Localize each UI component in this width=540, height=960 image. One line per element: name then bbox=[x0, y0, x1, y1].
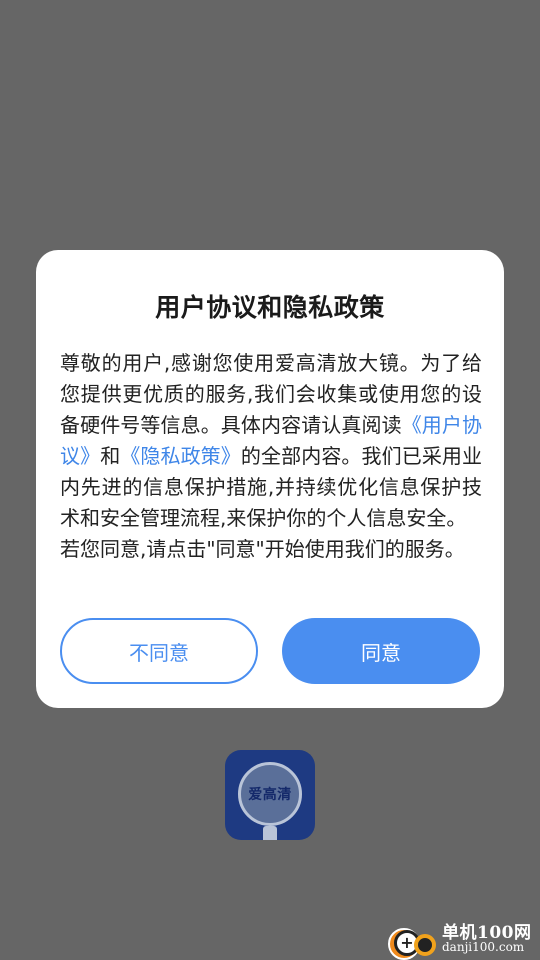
watermark-ring-icon bbox=[414, 934, 436, 956]
watermark: + 单机100网 danji100.com bbox=[388, 914, 538, 960]
screen: 用户协议和隐私政策 尊敬的用户,感谢您使用爱高清放大镜。为了给您提供更优质的服务… bbox=[0, 0, 540, 960]
body-text-consent: 若您同意,请点击"同意"开始使用我们的服务。 bbox=[60, 537, 465, 561]
dialog-title: 用户协议和隐私政策 bbox=[155, 293, 385, 322]
magnifier-handle bbox=[263, 826, 277, 840]
app-logo: 爱高清 bbox=[225, 750, 315, 840]
watermark-url: danji100.com bbox=[442, 940, 525, 954]
dialog-body: 尊敬的用户,感谢您使用爱高清放大镜。为了给您提供更优质的服务,我们会收集或使用您… bbox=[60, 348, 482, 565]
privacy-dialog: 用户协议和隐私政策 尊敬的用户,感谢您使用爱高清放大镜。为了给您提供更优质的服务… bbox=[36, 250, 504, 708]
agree-button[interactable]: 同意 bbox=[282, 618, 480, 684]
privacy-policy-link[interactable]: 《隐私政策》 bbox=[120, 444, 241, 468]
app-logo-text: 爱高清 bbox=[248, 787, 292, 803]
disagree-button[interactable]: 不同意 bbox=[60, 618, 258, 684]
body-text-and: 和 bbox=[100, 444, 121, 468]
magnifier-icon: 爱高清 bbox=[238, 762, 302, 826]
